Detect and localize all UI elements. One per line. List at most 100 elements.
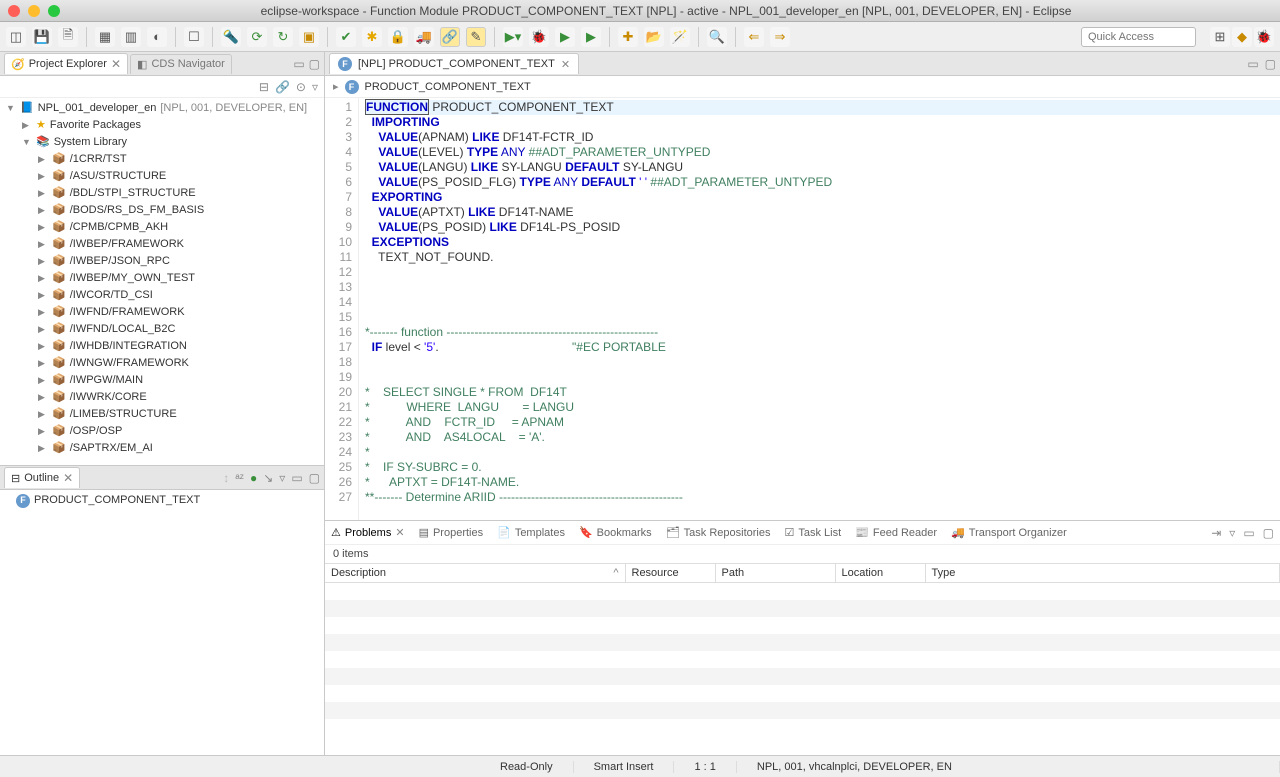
bottom-tab-transport-organizer[interactable]: 🚚Transport Organizer: [951, 526, 1067, 539]
close-icon[interactable]: ✕: [111, 57, 121, 71]
editor-tab[interactable]: F [NPL] PRODUCT_COMPONENT_TEXT ✕: [329, 53, 579, 74]
bottom-tab-properties[interactable]: ▤Properties: [419, 526, 484, 539]
coverage-button[interactable]: ▶: [581, 27, 601, 47]
outline-item[interactable]: F PRODUCT_COMPONENT_TEXT: [10, 492, 324, 509]
tree-package[interactable]: ▶📦/IWHDB/INTEGRATION: [0, 338, 324, 355]
tree-root[interactable]: ▼📘NPL_001_developer_en [NPL, 001, DEVELO…: [0, 100, 324, 117]
debug-button[interactable]: 🐞: [529, 27, 549, 47]
tree-package[interactable]: ▶📦/ASU/STRUCTURE: [0, 168, 324, 185]
tree-package[interactable]: ▶📦/IWBEP/FRAMEWORK: [0, 236, 324, 253]
filter-icon[interactable]: ⇥: [1211, 526, 1221, 540]
save-all-button[interactable]: 🗎: [58, 27, 78, 47]
new-button[interactable]: ◫: [6, 27, 26, 47]
close-icon[interactable]: ✕: [395, 526, 404, 539]
lock-button[interactable]: 🔒: [388, 27, 408, 47]
minimize-view-icon[interactable]: ▭: [291, 471, 302, 485]
link-editor-icon[interactable]: 🔗: [275, 80, 290, 94]
zoom-window-icon[interactable]: [48, 5, 60, 17]
abap-perspective-button[interactable]: ◆: [1232, 27, 1252, 47]
check-button[interactable]: ✔: [336, 27, 356, 47]
focus-icon[interactable]: ⊙: [296, 80, 306, 94]
tree-package[interactable]: ▶📦/OSP/OSP: [0, 423, 324, 440]
toggle-button[interactable]: ▦: [95, 27, 115, 47]
open-folder-button[interactable]: 📂: [644, 27, 664, 47]
activate-button[interactable]: ✱: [362, 27, 382, 47]
terminal-button[interactable]: ▣: [299, 27, 319, 47]
run-button[interactable]: ▶: [555, 27, 575, 47]
view-menu-icon[interactable]: ▿: [1229, 526, 1235, 540]
nav-back-button[interactable]: ⇐: [744, 27, 764, 47]
open-button[interactable]: ☐: [184, 27, 204, 47]
filter-icon[interactable]: ↘: [263, 471, 273, 485]
minimize-view-icon[interactable]: ▭: [1243, 526, 1254, 540]
new-package-button[interactable]: ✚: [618, 27, 638, 47]
wand-button[interactable]: 🪄: [670, 27, 690, 47]
code-editor[interactable]: 1234567891011121314151617181920212223242…: [325, 98, 1280, 520]
tree-package[interactable]: ▶📦/1CRR/TST: [0, 151, 324, 168]
bottom-tab-problems[interactable]: ⚠Problems✕: [331, 526, 405, 539]
sort-icon[interactable]: ↕: [223, 471, 229, 485]
tree-package[interactable]: ▶📦/CPMB/CPMB_AKH: [0, 219, 324, 236]
run-dropdown-button[interactable]: ▶▾: [503, 27, 523, 47]
tree-package[interactable]: ▶📦/LIMEB/STRUCTURE: [0, 406, 324, 423]
close-icon[interactable]: ✕: [561, 58, 570, 71]
tree-package[interactable]: ▶📦/IWWRK/CORE: [0, 389, 324, 406]
col-resource[interactable]: Resource: [625, 564, 715, 583]
outline-tab[interactable]: ⊟ Outline ✕: [4, 467, 80, 488]
highlight-button[interactable]: ✎: [466, 27, 486, 47]
col-location[interactable]: Location: [835, 564, 925, 583]
tree-package[interactable]: ▶📦/IWBEP/MY_OWN_TEST: [0, 270, 324, 287]
tree-package[interactable]: ▶📦/IWPGW/MAIN: [0, 372, 324, 389]
minimize-view-icon[interactable]: ▭: [293, 57, 304, 71]
collapse-all-icon[interactable]: ⊟: [259, 80, 269, 94]
bottom-tab-bookmarks[interactable]: 🔖Bookmarks: [579, 526, 652, 539]
close-icon[interactable]: ✕: [63, 471, 73, 485]
cds-navigator-tab[interactable]: ◧ CDS Navigator: [130, 54, 232, 74]
maximize-view-icon[interactable]: ▢: [309, 57, 320, 71]
tree-favorite[interactable]: ▶★Favorite Packages: [0, 117, 324, 134]
filter-green-icon[interactable]: ●: [250, 471, 257, 485]
minimize-editor-icon[interactable]: ▭: [1247, 57, 1258, 71]
maximize-editor-icon[interactable]: ▢: [1265, 57, 1276, 71]
tree-syslib[interactable]: ▼📚System Library: [0, 134, 324, 151]
tree-package[interactable]: ▶📦/IWFND/LOCAL_B2C: [0, 321, 324, 338]
tree-package[interactable]: ▶📦/SAPTRX/EM_AI: [0, 440, 324, 457]
search-global-button[interactable]: 🔍: [707, 27, 727, 47]
bottom-tab-templates[interactable]: 📄Templates: [497, 526, 565, 539]
nav-fwd-button[interactable]: ⇒: [770, 27, 790, 47]
bottom-tab-task-list[interactable]: ☑Task List: [784, 526, 841, 539]
tree-package[interactable]: ▶📦/IWBEP/JSON_RPC: [0, 253, 324, 270]
tree-package[interactable]: ▶📦/IWCOR/TD_CSI: [0, 287, 324, 304]
tree-package[interactable]: ▶📦/BDL/STPI_STRUCTURE: [0, 185, 324, 202]
close-window-icon[interactable]: [8, 5, 20, 17]
minimize-window-icon[interactable]: [28, 5, 40, 17]
col-type[interactable]: Type: [925, 564, 1280, 583]
brand-icon[interactable]: ◐: [147, 27, 167, 47]
col-description[interactable]: Description ^: [325, 564, 625, 583]
perspective-button[interactable]: ⊞: [1210, 27, 1230, 47]
project-explorer-tab[interactable]: 🧭 Project Explorer ✕: [4, 53, 128, 74]
tree-package[interactable]: ▶📦/BODS/RS_DS_FM_BASIS: [0, 202, 324, 219]
debug-perspective-button[interactable]: 🐞: [1254, 27, 1274, 47]
transport-button[interactable]: 🚚: [414, 27, 434, 47]
editor-breadcrumb[interactable]: ▸ F PRODUCT_COMPONENT_TEXT: [325, 76, 1280, 98]
bottom-tab-feed-reader[interactable]: 📰Feed Reader: [855, 526, 937, 539]
refresh-button[interactable]: ↻: [273, 27, 293, 47]
quick-access-input[interactable]: [1081, 27, 1196, 47]
az-sort-icon[interactable]: ᵃᶻ: [235, 471, 244, 485]
save-button[interactable]: 💾: [32, 27, 52, 47]
col-path[interactable]: Path: [715, 564, 835, 583]
tree-package[interactable]: ▶📦/IWNGW/FRAMEWORK: [0, 355, 324, 372]
sync-button[interactable]: ⟳: [247, 27, 267, 47]
view-menu-icon[interactable]: ▿: [312, 80, 318, 94]
layout-button[interactable]: ▥: [121, 27, 141, 47]
project-tree[interactable]: ▼📘NPL_001_developer_en [NPL, 001, DEVELO…: [0, 98, 324, 465]
maximize-view-icon[interactable]: ▢: [1263, 526, 1274, 540]
view-menu-icon[interactable]: ▿: [279, 471, 285, 485]
tree-package[interactable]: ▶📦/IWFND/FRAMEWORK: [0, 304, 324, 321]
link-button[interactable]: 🔗: [440, 27, 460, 47]
maximize-view-icon[interactable]: ▢: [309, 471, 320, 485]
search-button[interactable]: 🔦: [221, 27, 241, 47]
problems-table[interactable]: Description ^ResourcePathLocationType: [325, 563, 1280, 755]
bottom-tab-task-repositories[interactable]: 🗂Task Repositories: [666, 526, 771, 539]
